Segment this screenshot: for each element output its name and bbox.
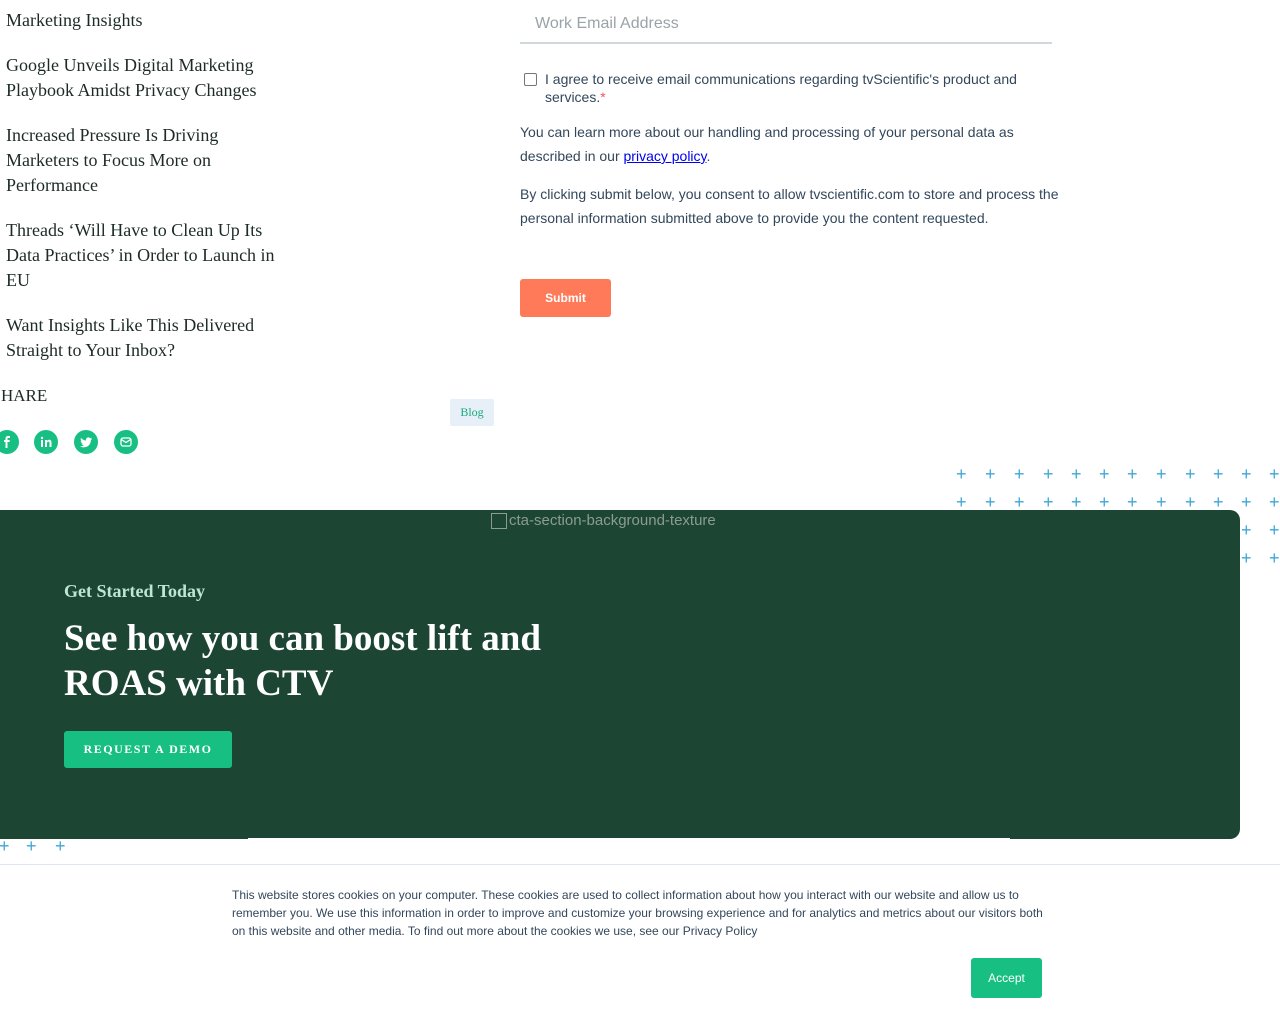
submit-button[interactable]: Submit <box>520 279 611 317</box>
privacy-notice: You can learn more about our handling an… <box>520 120 1065 168</box>
plus-mark: + <box>1241 464 1252 484</box>
plus-mark: + <box>1014 464 1025 484</box>
plus-mark: + <box>1241 520 1252 540</box>
cta-title: See how you can boost lift and ROAS with… <box>64 618 541 704</box>
plus-mark: + <box>1071 464 1082 484</box>
plus-mark: + <box>1213 464 1224 484</box>
consent-row: I agree to receive email communications … <box>524 70 1044 106</box>
plus-mark: + <box>1269 492 1280 512</box>
linkedin-icon <box>40 436 52 447</box>
related-articles: Marketing Insights Google Unveils Digita… <box>6 8 286 383</box>
plus-mark: + <box>1269 548 1280 568</box>
related-heading[interactable]: Marketing Insights <box>6 8 286 33</box>
blog-tag[interactable]: Blog <box>450 399 494 426</box>
submit-consent-notice: By clicking submit below, you consent to… <box>520 186 1059 226</box>
consent-label: I agree to receive email communications … <box>545 70 1044 106</box>
cta-eyebrow: Get Started Today <box>64 581 206 601</box>
privacy-policy-link[interactable]: privacy policy <box>624 148 707 164</box>
plus-mark: + <box>1269 464 1280 484</box>
cookie-text: This website stores cookies on your comp… <box>232 888 1043 938</box>
plus-mark: + <box>1241 548 1252 568</box>
facebook-icon <box>4 436 10 448</box>
related-article-link[interactable]: Google Unveils Digital Marketing Playboo… <box>6 53 286 103</box>
divider <box>248 838 1010 840</box>
consent-text: I agree to receive email communications … <box>545 71 1017 105</box>
email-icon <box>120 437 132 447</box>
consent-checkbox[interactable] <box>524 73 537 86</box>
plus-mark: + <box>1269 520 1280 540</box>
privacy-suffix: . <box>706 148 711 164</box>
plus-mark: + <box>1156 464 1167 484</box>
related-article-link[interactable]: Want Insights Like This Delivered Straig… <box>6 313 286 363</box>
related-article-link[interactable]: Threads ‘Will Have to Clean Up Its Data … <box>6 218 286 293</box>
broken-image-icon <box>491 512 507 529</box>
request-demo-button[interactable]: REQUEST A DEMO <box>64 731 232 768</box>
cta-background-texture-image: cta-section-background-texture <box>491 512 716 529</box>
twitter-icon <box>80 437 92 448</box>
cta-section: cta-section-background-texture Get Start… <box>0 510 1240 839</box>
required-marker: * <box>600 89 606 105</box>
work-email-field[interactable] <box>520 6 1052 44</box>
image-alt-text: cta-section-background-texture <box>509 512 716 529</box>
related-article-link[interactable]: Increased Pressure Is Driving Marketers … <box>6 123 286 198</box>
plus-mark: + <box>956 464 967 484</box>
linkedin-share-button[interactable] <box>34 430 58 454</box>
email-share-button[interactable] <box>114 430 138 454</box>
accept-cookies-button[interactable]: Accept <box>971 958 1042 998</box>
facebook-share-button[interactable] <box>0 430 19 454</box>
plus-mark: + <box>1185 464 1196 484</box>
plus-mark: + <box>1043 464 1054 484</box>
plus-mark: + <box>985 464 996 484</box>
twitter-share-button[interactable] <box>74 430 98 454</box>
plus-mark: + <box>1127 464 1138 484</box>
share-label: HARE <box>1 386 48 405</box>
privacy-prefix: You can learn more about our handling an… <box>520 124 1014 164</box>
cookie-banner: This website stores cookies on your comp… <box>0 864 1280 1025</box>
plus-mark: + <box>1241 492 1252 512</box>
plus-mark: + <box>1099 464 1110 484</box>
